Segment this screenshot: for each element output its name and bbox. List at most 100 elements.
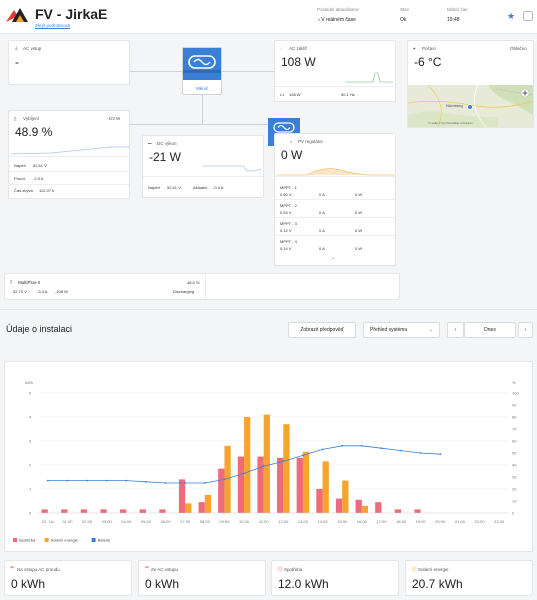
arrow-icon: ↞ <box>10 565 16 571</box>
y2-tick-label: 50 <box>512 451 517 456</box>
x-tick-label: 13:00 <box>298 519 309 524</box>
chevron-down-icon: ⌄ <box>428 327 433 333</box>
mppt-power: 0 W <box>355 210 363 215</box>
battery-point <box>243 472 245 475</box>
local-time-value: 19:48 <box>447 17 460 23</box>
y-tick-label: 5 <box>29 391 32 396</box>
bar <box>178 479 186 513</box>
divider <box>143 176 263 177</box>
weather-map[interactable]: Nürnberg © Leaflet © OpenStreetMap contr… <box>408 85 533 127</box>
dc-icon: ⎓ <box>148 141 152 146</box>
y2-tick-label: 60 <box>512 439 517 444</box>
tile-value: 0 kWh <box>145 577 180 591</box>
legend-swatch <box>44 538 49 542</box>
pv-charger-card[interactable]: ☼ PV regulátor 0 W MPPT - 1 0.60 V 0 A 0… <box>274 133 396 266</box>
x-tick-label: 08:00 <box>200 519 211 524</box>
weather-value: -6 °C <box>414 55 442 69</box>
bar <box>237 456 245 513</box>
y2-tick-label: 80 <box>512 415 517 420</box>
plug-icon: ⏚ <box>14 46 19 51</box>
x-tick-label: 02:00 <box>82 519 93 524</box>
device-icon: ▯ <box>10 279 13 284</box>
x-tick-label: 16:00 <box>357 519 368 524</box>
multiplus-power: -108 W <box>55 289 68 294</box>
y-tick-label: 0 <box>29 511 32 516</box>
x-tick-label: 14:00 <box>318 519 329 524</box>
bar <box>257 456 264 513</box>
state-label: Stav <box>400 7 410 12</box>
battery-point <box>439 453 442 456</box>
mppt-power: 0 W <box>355 246 363 251</box>
favorite-star-icon[interactable]: ★ <box>507 11 515 22</box>
mppt-power: 0 W <box>355 192 363 197</box>
inverter-image <box>183 48 221 80</box>
victron-logo-icon <box>183 55 221 73</box>
view-select[interactable]: Přehled systému ⌄ <box>363 322 440 338</box>
x-tick-label: 22. Lis <box>42 519 54 524</box>
x-tick-label: 05:00 <box>141 519 152 524</box>
dc-voltage-label: Napětí <box>148 185 160 190</box>
dc-system-card[interactable]: ⎓ DC výkon -21 W Napětí 52.61 V Aktuální… <box>142 135 264 198</box>
battery-point <box>105 479 108 482</box>
bar <box>375 502 382 513</box>
x-tick-label: 20:00 <box>435 519 446 524</box>
ac-loads-card[interactable]: ◌ AC zátěž 108 W L1 108 W 50.1 Hz <box>274 40 396 102</box>
y2-tick-label: 40 <box>512 463 517 468</box>
hide-details-link[interactable]: Skrýt podrobnosti <box>35 23 70 28</box>
tile-value: 12.0 kWh <box>278 577 329 591</box>
next-day-button[interactable]: › <box>518 322 533 338</box>
mppt-current: 0 A <box>319 228 325 233</box>
date-picker[interactable]: Dnes <box>464 322 516 338</box>
energy-chart[interactable]: kWh %012345010203040506070809010022. Lis 0… <box>5 362 534 553</box>
tile-label: Spotřeba <box>284 567 303 572</box>
mppt-name: MPPT - 1 <box>280 185 297 190</box>
bar <box>204 495 212 513</box>
pv-charger-title: PV regulátor <box>298 139 324 144</box>
right-axis-unit: % <box>512 380 516 385</box>
tile-ac-in-grid: ↞ Na vstupu AC proudu 0 kWh <box>4 560 132 596</box>
tile-consumption: Spotřeba 12.0 kWh <box>271 560 399 596</box>
dc-current-label: Aktuální <box>193 185 208 190</box>
bulb-icon: ◌ <box>280 46 283 51</box>
chevron-right-icon: › <box>524 327 527 333</box>
battery-card[interactable]: ▯ Vybíjení -1/3 W 48.9 % Napětí 52.61 V … <box>8 110 130 199</box>
bar <box>277 457 284 513</box>
show-forecast-button[interactable]: Zobrazit předpověď <box>288 322 356 338</box>
battery-time-left: -1/3 W <box>107 116 121 121</box>
sun-icon: ☼ <box>289 139 294 144</box>
inverter-card[interactable]: Měnič <box>182 47 222 95</box>
view-select-label: Přehled systému <box>370 327 408 333</box>
mppt-name: MPPT - 2 <box>280 203 297 208</box>
x-tick-label: 12:00 <box>278 519 289 524</box>
connector-line <box>202 95 203 125</box>
prev-day-button[interactable]: ‹ <box>447 322 464 338</box>
pv-sparkline <box>277 168 395 176</box>
ac-loads-frequency: 50.1 Hz <box>341 92 355 97</box>
mppt-current: 0 A <box>319 246 325 251</box>
bar <box>296 457 303 513</box>
legend-label: Baterie <box>98 538 111 543</box>
ac-input-value: - <box>15 55 19 69</box>
battery-voltage: 52.61 V <box>33 163 47 168</box>
battery-point <box>302 454 304 457</box>
bar <box>316 489 323 513</box>
multiplus-card[interactable]: ▯ MultiPlus-II 48.5 % 52.70 V -3.3 A -10… <box>4 273 400 300</box>
battery-point <box>262 465 265 468</box>
dc-voltage: 52.61 V <box>167 185 181 190</box>
map-credit: © Leaflet © OpenStreetMap contributors <box>428 122 473 125</box>
y2-tick-label: 10 <box>512 499 517 504</box>
location-pin-icon: ⌖ <box>413 46 416 51</box>
battery-point <box>164 482 167 484</box>
collapse-chevron-icon[interactable]: ⌃ <box>331 257 336 264</box>
battery-point <box>360 444 363 447</box>
ac-input-card[interactable]: ⏚ AC vstup - <box>8 40 130 85</box>
battery-title: Vybíjení <box>23 116 40 121</box>
weather-card[interactable]: ⌖ Počasí Oblačno -6 °C Nürnberg © Leafle… <box>407 40 534 128</box>
bar <box>335 498 343 513</box>
battery-time-label: Čas zbývá <box>14 188 33 193</box>
tile-label: Ze AC vstupu <box>151 567 179 572</box>
mppt-current: 0 A <box>319 192 325 197</box>
x-tick-label: 06:00 <box>161 519 172 524</box>
battery-point <box>380 447 383 450</box>
settings-button[interactable] <box>523 11 533 21</box>
